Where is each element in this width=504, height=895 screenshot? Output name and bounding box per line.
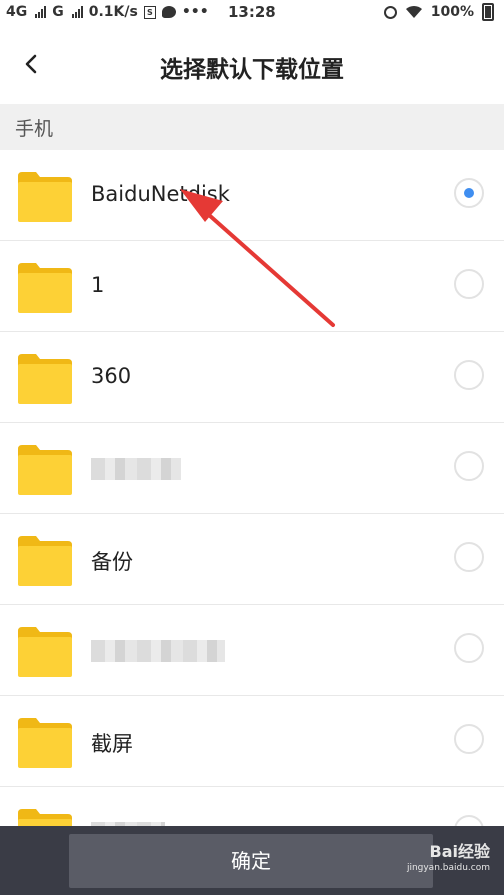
page-title: 选择默认下载位置 [160,57,344,83]
radio-selected[interactable] [454,178,484,208]
section-label: 手机 [15,118,54,140]
confirm-button[interactable]: 确定 [69,834,433,888]
watermark-sub: jingyan.baidu.com [406,863,490,873]
radio-button[interactable] [454,633,484,663]
radio-button[interactable] [454,451,484,481]
folder-row[interactable]: 360 [0,332,504,423]
radio-button[interactable] [454,269,484,299]
signal-icon-2 [71,6,83,18]
message-icon [161,6,176,18]
folder-row[interactable]: 截屏 [0,696,504,787]
watermark: Bai经验 jingyan.baidu.com [407,844,490,876]
folder-row[interactable] [0,423,504,514]
folder-name: 1 [91,273,105,297]
folder-name: 截屏 [91,732,133,756]
folder-row[interactable]: 备份 [0,514,504,605]
folder-row[interactable]: 1 [0,241,504,332]
watermark-text: Bai经验 [429,842,490,861]
alarm-icon [383,5,397,19]
network-speed: 0.1K/s [88,4,138,20]
wifi-icon [405,5,422,18]
folder-icon [18,352,72,404]
radio-button[interactable] [454,724,484,754]
network-label-1: 4G [6,4,28,20]
folder-name: 备份 [91,550,133,574]
folder-name-redacted [91,640,225,662]
sim-icon: S [143,5,156,19]
folder-row[interactable]: BaiduNetdisk [0,150,504,241]
more-dots: ••• [181,4,209,20]
folder-icon [18,261,72,313]
folder-icon [18,716,72,768]
battery-icon [482,3,494,21]
folder-icon [18,534,72,586]
radio-button[interactable] [454,542,484,572]
folder-name: BaiduNetdisk [91,182,230,206]
folder-name-redacted [91,458,181,480]
folder-icon [18,170,72,222]
signal-icon [35,6,47,18]
folder-row[interactable] [0,605,504,696]
title-bar: 选择默认下载位置 [0,26,504,104]
folder-list: BaiduNetdisk 1 360 备份截屏 [0,150,504,878]
network-label-2: G [52,4,64,20]
bottom-bar: 确定 Bai经验 jingyan.baidu.com [0,826,504,895]
folder-icon [18,443,72,495]
status-time: 13:28 [228,3,276,21]
folder-name: 360 [91,364,132,388]
radio-button[interactable] [454,360,484,390]
status-bar: 4G G 0.1K/s S ••• 13:28 100% [0,0,504,26]
section-header: 手机 [0,104,504,150]
battery-percent: 100% [430,4,474,20]
folder-icon [18,625,72,677]
